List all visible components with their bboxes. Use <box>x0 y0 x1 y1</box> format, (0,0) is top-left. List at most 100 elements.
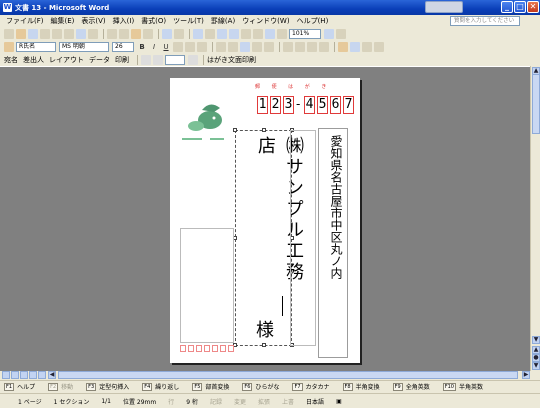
postcard-page[interactable]: 郵 便 は が き 1 2 3 - 4 5 6 7 愛知県名古屋市中区丸ノ内 ㈱… <box>170 78 360 363</box>
hyperlink-icon[interactable] <box>193 28 203 39</box>
menu-edit[interactable]: 編集(E) <box>51 16 75 26</box>
h-scroll-thumb[interactable] <box>58 371 518 379</box>
menu-table[interactable]: 罫線(A) <box>211 16 235 26</box>
normal-view-icon[interactable] <box>2 371 10 379</box>
print-preview-icon[interactable] <box>76 28 86 39</box>
show-hide-icon[interactable] <box>277 28 287 39</box>
tables-borders-icon[interactable] <box>205 28 215 39</box>
styles-icon[interactable] <box>4 41 14 52</box>
help-icon[interactable] <box>324 28 334 39</box>
font-size-combo[interactable]: 26 <box>112 41 134 52</box>
underline-icon[interactable]: U <box>161 42 171 52</box>
align-center-icon[interactable] <box>228 41 238 52</box>
permission-icon[interactable] <box>40 28 50 39</box>
sender-area[interactable] <box>180 228 234 343</box>
cut-icon[interactable] <box>107 28 117 39</box>
font-color-icon[interactable] <box>350 41 360 52</box>
scroll-down-icon[interactable]: ▼ <box>532 336 540 344</box>
word-app-icon[interactable]: W <box>3 3 12 12</box>
sender-postal-box[interactable] <box>196 345 202 352</box>
menu-format[interactable]: 書式(O) <box>141 16 166 26</box>
spelling-status-icon[interactable]: ▣ <box>336 398 342 405</box>
record-next-icon[interactable] <box>188 54 198 65</box>
print-view-icon[interactable] <box>20 371 28 379</box>
status-ext[interactable]: 拡張 <box>258 397 270 406</box>
maximize-button[interactable]: □ <box>514 1 526 13</box>
horizontal-scrollbar[interactable]: ◀ ▶ <box>0 371 540 379</box>
fkey-f1[interactable]: F1 ヘルプ <box>4 382 35 391</box>
increase-indent-icon[interactable] <box>319 41 329 52</box>
help-search-input[interactable]: 質問を入力してください <box>450 16 520 26</box>
fkey-f2[interactable]: F2 移動 <box>48 382 73 391</box>
numbering-icon[interactable] <box>283 41 293 52</box>
spelling-icon[interactable] <box>88 28 98 39</box>
align-right-icon[interactable] <box>240 41 250 52</box>
menu-help[interactable]: ヘルプ(H) <box>297 16 329 26</box>
bold-icon[interactable]: B <box>137 42 147 52</box>
char-border-icon[interactable] <box>173 41 183 52</box>
language-bar[interactable] <box>425 1 463 13</box>
bullets-icon[interactable] <box>295 41 305 52</box>
browse-object-icon[interactable]: ● <box>532 354 540 362</box>
status-ovr[interactable]: 上書 <box>282 397 294 406</box>
resize-handle[interactable] <box>262 128 266 132</box>
status-rec[interactable]: 記録 <box>210 397 222 406</box>
enclose-char-icon[interactable] <box>374 41 384 52</box>
print-icon[interactable] <box>64 28 74 39</box>
menu-file[interactable]: ファイル(F) <box>6 16 44 26</box>
format-painter-icon[interactable] <box>143 28 153 39</box>
scroll-right-icon[interactable]: ▶ <box>522 371 530 379</box>
char-shading-icon[interactable] <box>185 41 195 52</box>
resize-handle[interactable] <box>262 343 266 347</box>
postal-digit[interactable]: 1 <box>257 96 268 114</box>
decrease-indent-icon[interactable] <box>307 41 317 52</box>
scroll-thumb[interactable] <box>532 74 540 134</box>
phonetic-guide-icon[interactable] <box>362 41 372 52</box>
redo-icon[interactable] <box>174 28 184 39</box>
record-number-input[interactable] <box>165 54 185 65</box>
columns-icon[interactable] <box>241 28 251 39</box>
new-document-icon[interactable] <box>4 28 14 39</box>
record-first-icon[interactable] <box>141 54 151 65</box>
sender-postal-box[interactable] <box>212 345 218 352</box>
save-icon[interactable] <box>28 28 38 39</box>
fkey-f3[interactable]: F3 定型句挿入 <box>86 382 129 391</box>
address-button[interactable]: 宛名 <box>4 55 18 65</box>
sender-postal-box[interactable] <box>228 345 234 352</box>
paste-icon[interactable] <box>131 28 141 39</box>
zoom-combo[interactable]: 101% <box>289 28 321 39</box>
sender-postal-box[interactable] <box>180 345 186 352</box>
minimize-button[interactable]: _ <box>501 1 513 13</box>
fkey-f7[interactable]: F7 カタカナ <box>292 382 330 391</box>
outline-view-icon[interactable] <box>29 371 37 379</box>
undo-icon[interactable] <box>162 28 172 39</box>
drawing-icon[interactable] <box>253 28 263 39</box>
address-textbox[interactable]: 愛知県名古屋市中区丸ノ内 <box>318 128 348 358</box>
line-spacing-icon[interactable] <box>264 41 274 52</box>
postal-digit[interactable]: 6 <box>330 96 341 114</box>
fkey-f8[interactable]: F8 半角変換 <box>342 382 380 391</box>
char-scale-icon[interactable] <box>197 41 207 52</box>
status-trk[interactable]: 変更 <box>234 397 246 406</box>
document-map-icon[interactable] <box>265 28 275 39</box>
menu-insert[interactable]: 挿入(I) <box>113 16 135 26</box>
sender-button[interactable]: 差出人 <box>23 55 44 65</box>
postal-digit[interactable]: 5 <box>317 96 328 114</box>
sender-postal-box[interactable] <box>220 345 226 352</box>
record-prev-icon[interactable] <box>153 54 163 65</box>
close-button[interactable]: ✕ <box>527 1 539 13</box>
fkey-f6[interactable]: F6 ひらがな <box>242 382 279 391</box>
insert-table-icon[interactable] <box>217 28 227 39</box>
postal-digit[interactable]: 2 <box>270 96 281 114</box>
sender-postal-box[interactable] <box>188 345 194 352</box>
italic-icon[interactable]: I <box>149 42 159 52</box>
postal-digit[interactable]: 7 <box>343 96 354 114</box>
reading-view-icon[interactable] <box>38 371 46 379</box>
postal-digit[interactable]: 4 <box>304 96 315 114</box>
web-view-icon[interactable] <box>11 371 19 379</box>
open-folder-icon[interactable] <box>16 28 26 39</box>
copy-icon[interactable] <box>119 28 129 39</box>
fkey-f4[interactable]: F4 繰り返し <box>142 382 179 391</box>
print-menu-button[interactable]: 印刷 <box>115 55 129 65</box>
sender-postal-box[interactable] <box>204 345 210 352</box>
